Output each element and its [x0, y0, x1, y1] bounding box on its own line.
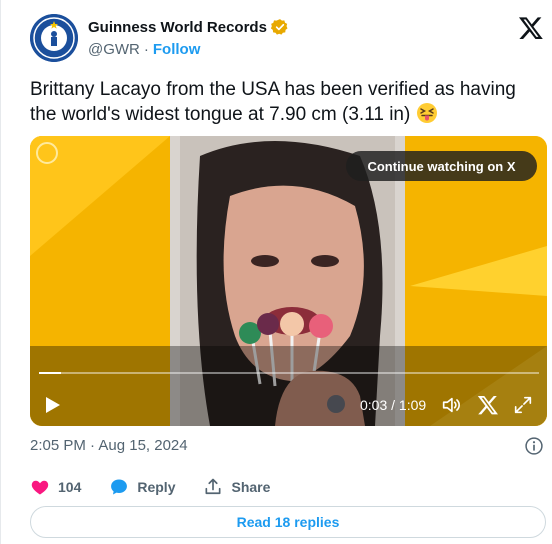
heart-icon	[31, 480, 49, 495]
account-name[interactable]: Guinness World Records	[88, 19, 267, 36]
verified-badge-icon	[270, 18, 289, 36]
video-time: 0:03 / 1:09	[360, 397, 427, 413]
x-small-icon[interactable]	[477, 394, 499, 416]
video-progress-fill	[39, 372, 61, 374]
share-button[interactable]: Share	[203, 477, 270, 497]
channel-watermark-icon	[36, 142, 58, 164]
read-replies-button[interactable]: Read 18 replies	[30, 506, 546, 538]
tweet-card: Guinness World Records @GWR · Follow Bri…	[0, 0, 552, 544]
like-button[interactable]: 104	[30, 477, 81, 497]
reply-bubble-icon	[111, 479, 128, 495]
continue-watching-button[interactable]: Continue watching on X	[346, 151, 537, 181]
separator-dot: ·	[143, 41, 149, 58]
squinting-face-with-tongue-icon	[416, 102, 438, 124]
follow-button[interactable]: Follow	[153, 41, 201, 58]
reply-button[interactable]: Reply	[109, 477, 175, 497]
reply-label: Reply	[137, 479, 176, 495]
video-player[interactable]: Continue watching on X 0:03 / 1:09	[30, 136, 547, 426]
share-icon	[205, 478, 221, 495]
avatar[interactable]	[30, 14, 78, 62]
info-icon[interactable]	[524, 436, 544, 456]
share-label: Share	[231, 479, 271, 495]
tweet-text-content: Brittany Lacayo from the USA has been ve…	[30, 79, 516, 125]
volume-icon[interactable]	[440, 394, 462, 416]
tweet-text: Brittany Lacayo from the USA has been ve…	[30, 77, 540, 127]
fullscreen-icon[interactable]	[512, 394, 534, 416]
tweet-actions: 104 Reply Share	[30, 476, 298, 498]
account-handle[interactable]: @GWR	[88, 41, 140, 58]
x-logo-icon[interactable]	[518, 15, 544, 41]
tweet-timestamp[interactable]: 2:05 PM · Aug 15, 2024	[30, 437, 188, 454]
video-progress-bar[interactable]	[39, 372, 539, 374]
play-icon[interactable]	[43, 394, 63, 416]
like-count: 104	[58, 479, 82, 495]
